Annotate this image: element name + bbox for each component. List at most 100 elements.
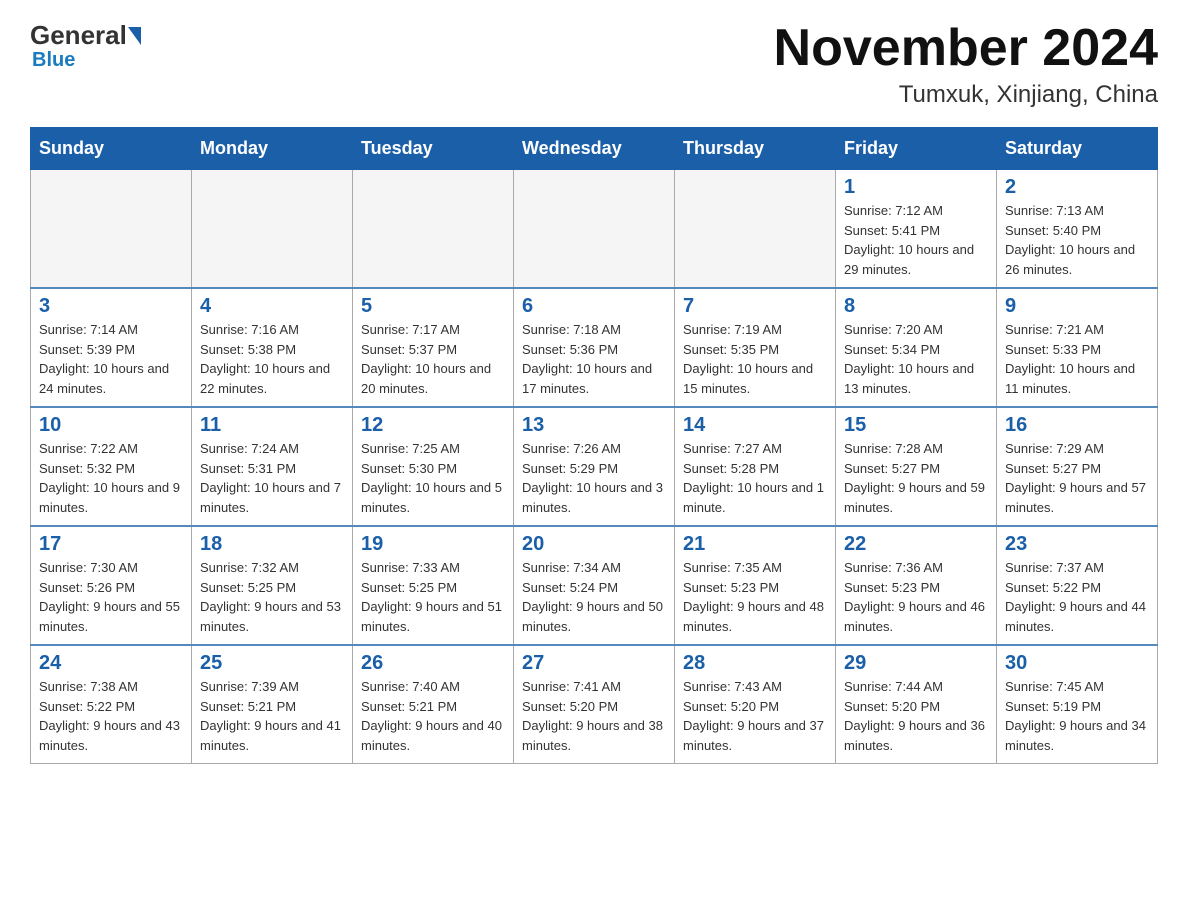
day-number: 18 xyxy=(200,533,344,556)
day-number: 17 xyxy=(39,533,183,556)
calendar-cell: 8Sunrise: 7:20 AMSunset: 5:34 PMDaylight… xyxy=(836,288,997,407)
day-number: 1 xyxy=(844,176,988,199)
logo-text: General xyxy=(30,20,142,51)
weekday-header-wednesday: Wednesday xyxy=(514,128,675,170)
logo-general-text: General xyxy=(30,20,127,51)
calendar-cell: 28Sunrise: 7:43 AMSunset: 5:20 PMDayligh… xyxy=(675,645,836,764)
day-number: 19 xyxy=(361,533,505,556)
day-info: Sunrise: 7:28 AMSunset: 5:27 PMDaylight:… xyxy=(844,439,988,517)
calendar-cell xyxy=(514,170,675,289)
day-info: Sunrise: 7:17 AMSunset: 5:37 PMDaylight:… xyxy=(361,320,505,398)
calendar-subtitle: Tumxuk, Xinjiang, China xyxy=(774,81,1158,109)
day-info: Sunrise: 7:41 AMSunset: 5:20 PMDaylight:… xyxy=(522,677,666,755)
calendar-cell: 30Sunrise: 7:45 AMSunset: 5:19 PMDayligh… xyxy=(997,645,1158,764)
calendar-cell: 5Sunrise: 7:17 AMSunset: 5:37 PMDaylight… xyxy=(353,288,514,407)
day-info: Sunrise: 7:33 AMSunset: 5:25 PMDaylight:… xyxy=(361,558,505,636)
calendar-cell: 29Sunrise: 7:44 AMSunset: 5:20 PMDayligh… xyxy=(836,645,997,764)
calendar-cell: 15Sunrise: 7:28 AMSunset: 5:27 PMDayligh… xyxy=(836,407,997,526)
day-number: 27 xyxy=(522,652,666,675)
calendar-cell xyxy=(675,170,836,289)
weekday-header-tuesday: Tuesday xyxy=(353,128,514,170)
calendar-week-row: 10Sunrise: 7:22 AMSunset: 5:32 PMDayligh… xyxy=(31,407,1158,526)
calendar-cell: 24Sunrise: 7:38 AMSunset: 5:22 PMDayligh… xyxy=(31,645,192,764)
weekday-header-monday: Monday xyxy=(192,128,353,170)
day-number: 21 xyxy=(683,533,827,556)
header: General Blue November 2024 Tumxuk, Xinji… xyxy=(30,20,1158,109)
day-info: Sunrise: 7:38 AMSunset: 5:22 PMDaylight:… xyxy=(39,677,183,755)
calendar-cell: 9Sunrise: 7:21 AMSunset: 5:33 PMDaylight… xyxy=(997,288,1158,407)
day-info: Sunrise: 7:32 AMSunset: 5:25 PMDaylight:… xyxy=(200,558,344,636)
day-info: Sunrise: 7:44 AMSunset: 5:20 PMDaylight:… xyxy=(844,677,988,755)
calendar-cell xyxy=(192,170,353,289)
day-info: Sunrise: 7:14 AMSunset: 5:39 PMDaylight:… xyxy=(39,320,183,398)
day-info: Sunrise: 7:22 AMSunset: 5:32 PMDaylight:… xyxy=(39,439,183,517)
calendar-header-row: SundayMondayTuesdayWednesdayThursdayFrid… xyxy=(31,128,1158,170)
day-info: Sunrise: 7:12 AMSunset: 5:41 PMDaylight:… xyxy=(844,201,988,279)
calendar-cell: 16Sunrise: 7:29 AMSunset: 5:27 PMDayligh… xyxy=(997,407,1158,526)
day-number: 29 xyxy=(844,652,988,675)
day-number: 4 xyxy=(200,295,344,318)
calendar-cell: 4Sunrise: 7:16 AMSunset: 5:38 PMDaylight… xyxy=(192,288,353,407)
weekday-header-saturday: Saturday xyxy=(997,128,1158,170)
day-info: Sunrise: 7:21 AMSunset: 5:33 PMDaylight:… xyxy=(1005,320,1149,398)
day-number: 24 xyxy=(39,652,183,675)
calendar-cell: 21Sunrise: 7:35 AMSunset: 5:23 PMDayligh… xyxy=(675,526,836,645)
day-info: Sunrise: 7:30 AMSunset: 5:26 PMDaylight:… xyxy=(39,558,183,636)
day-number: 12 xyxy=(361,414,505,437)
day-info: Sunrise: 7:43 AMSunset: 5:20 PMDaylight:… xyxy=(683,677,827,755)
day-info: Sunrise: 7:27 AMSunset: 5:28 PMDaylight:… xyxy=(683,439,827,517)
calendar-cell: 11Sunrise: 7:24 AMSunset: 5:31 PMDayligh… xyxy=(192,407,353,526)
day-info: Sunrise: 7:24 AMSunset: 5:31 PMDaylight:… xyxy=(200,439,344,517)
calendar-cell: 19Sunrise: 7:33 AMSunset: 5:25 PMDayligh… xyxy=(353,526,514,645)
calendar-week-row: 1Sunrise: 7:12 AMSunset: 5:41 PMDaylight… xyxy=(31,170,1158,289)
day-number: 13 xyxy=(522,414,666,437)
day-number: 15 xyxy=(844,414,988,437)
calendar-cell: 14Sunrise: 7:27 AMSunset: 5:28 PMDayligh… xyxy=(675,407,836,526)
calendar-cell: 26Sunrise: 7:40 AMSunset: 5:21 PMDayligh… xyxy=(353,645,514,764)
calendar-cell: 1Sunrise: 7:12 AMSunset: 5:41 PMDaylight… xyxy=(836,170,997,289)
logo-blue-text: Blue xyxy=(30,49,75,72)
day-info: Sunrise: 7:29 AMSunset: 5:27 PMDaylight:… xyxy=(1005,439,1149,517)
calendar-cell: 25Sunrise: 7:39 AMSunset: 5:21 PMDayligh… xyxy=(192,645,353,764)
day-number: 7 xyxy=(683,295,827,318)
day-info: Sunrise: 7:16 AMSunset: 5:38 PMDaylight:… xyxy=(200,320,344,398)
day-info: Sunrise: 7:26 AMSunset: 5:29 PMDaylight:… xyxy=(522,439,666,517)
day-info: Sunrise: 7:34 AMSunset: 5:24 PMDaylight:… xyxy=(522,558,666,636)
title-area: November 2024 Tumxuk, Xinjiang, China xyxy=(774,20,1158,109)
calendar-cell: 12Sunrise: 7:25 AMSunset: 5:30 PMDayligh… xyxy=(353,407,514,526)
day-info: Sunrise: 7:36 AMSunset: 5:23 PMDaylight:… xyxy=(844,558,988,636)
calendar-cell: 20Sunrise: 7:34 AMSunset: 5:24 PMDayligh… xyxy=(514,526,675,645)
day-number: 11 xyxy=(200,414,344,437)
calendar-week-row: 24Sunrise: 7:38 AMSunset: 5:22 PMDayligh… xyxy=(31,645,1158,764)
logo-triangle-icon xyxy=(128,27,141,45)
calendar-cell: 18Sunrise: 7:32 AMSunset: 5:25 PMDayligh… xyxy=(192,526,353,645)
day-info: Sunrise: 7:20 AMSunset: 5:34 PMDaylight:… xyxy=(844,320,988,398)
logo: General Blue xyxy=(30,20,142,72)
day-number: 28 xyxy=(683,652,827,675)
day-number: 6 xyxy=(522,295,666,318)
calendar-cell: 22Sunrise: 7:36 AMSunset: 5:23 PMDayligh… xyxy=(836,526,997,645)
day-number: 26 xyxy=(361,652,505,675)
calendar-cell: 7Sunrise: 7:19 AMSunset: 5:35 PMDaylight… xyxy=(675,288,836,407)
weekday-header-thursday: Thursday xyxy=(675,128,836,170)
day-number: 14 xyxy=(683,414,827,437)
calendar-cell: 23Sunrise: 7:37 AMSunset: 5:22 PMDayligh… xyxy=(997,526,1158,645)
day-number: 16 xyxy=(1005,414,1149,437)
calendar-cell xyxy=(31,170,192,289)
day-number: 2 xyxy=(1005,176,1149,199)
calendar-cell: 3Sunrise: 7:14 AMSunset: 5:39 PMDaylight… xyxy=(31,288,192,407)
calendar-table: SundayMondayTuesdayWednesdayThursdayFrid… xyxy=(30,127,1158,764)
day-info: Sunrise: 7:45 AMSunset: 5:19 PMDaylight:… xyxy=(1005,677,1149,755)
calendar-title: November 2024 xyxy=(774,20,1158,77)
weekday-header-sunday: Sunday xyxy=(31,128,192,170)
day-number: 8 xyxy=(844,295,988,318)
day-info: Sunrise: 7:39 AMSunset: 5:21 PMDaylight:… xyxy=(200,677,344,755)
calendar-week-row: 17Sunrise: 7:30 AMSunset: 5:26 PMDayligh… xyxy=(31,526,1158,645)
calendar-cell: 17Sunrise: 7:30 AMSunset: 5:26 PMDayligh… xyxy=(31,526,192,645)
day-info: Sunrise: 7:13 AMSunset: 5:40 PMDaylight:… xyxy=(1005,201,1149,279)
calendar-cell: 13Sunrise: 7:26 AMSunset: 5:29 PMDayligh… xyxy=(514,407,675,526)
day-number: 10 xyxy=(39,414,183,437)
weekday-header-friday: Friday xyxy=(836,128,997,170)
calendar-cell: 2Sunrise: 7:13 AMSunset: 5:40 PMDaylight… xyxy=(997,170,1158,289)
day-info: Sunrise: 7:37 AMSunset: 5:22 PMDaylight:… xyxy=(1005,558,1149,636)
